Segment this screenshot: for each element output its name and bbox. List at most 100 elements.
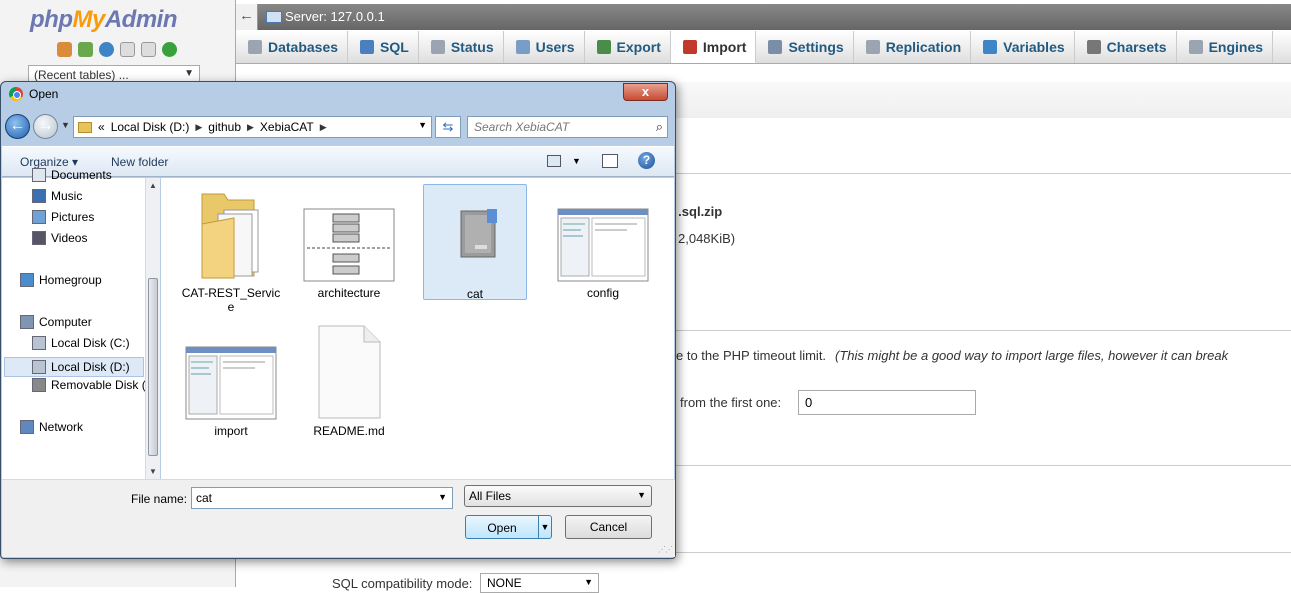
file-item[interactable]: import — [179, 322, 283, 438]
recent-locations-icon[interactable]: ▼ — [61, 120, 70, 130]
tab-label: Status — [450, 39, 494, 55]
export-icon — [596, 40, 611, 54]
breadcrumb-item[interactable]: github — [208, 120, 241, 134]
view-icon[interactable] — [547, 155, 561, 167]
collapse-arrow-icon[interactable]: ← — [236, 4, 258, 30]
docs-icon[interactable] — [120, 42, 135, 57]
help-icon[interactable]: ? — [638, 152, 655, 169]
scroll-up-icon[interactable]: ▲ — [149, 181, 157, 190]
breadcrumb-overflow[interactable]: « — [98, 120, 105, 134]
file-name-input[interactable]: cat ▼ — [191, 487, 453, 509]
tab-label: Charsets — [1106, 39, 1167, 55]
address-bar[interactable]: « Local Disk (D:) ▶ github ▶ XebiaCAT ▶ … — [73, 116, 432, 138]
chevron-right-icon[interactable]: ▶ — [320, 122, 327, 133]
open-button-label: Open — [487, 521, 517, 535]
charsets-icon — [1086, 40, 1101, 54]
tab-sql[interactable]: SQL — [348, 31, 419, 63]
file-item[interactable]: CAT-REST_Servic e — [179, 184, 283, 314]
nav-item[interactable]: Local Disk (C:) — [32, 336, 130, 350]
file-type-select[interactable]: All Files ▼ — [464, 485, 652, 507]
settings-page-icon[interactable] — [141, 42, 156, 57]
tab-replication[interactable]: Replication — [854, 31, 972, 63]
tab-label: Variables — [1003, 39, 1065, 55]
homegroup-icon — [20, 273, 34, 287]
chevron-down-icon[interactable]: ▼ — [572, 156, 581, 166]
chevron-right-icon[interactable]: ▶ — [247, 122, 254, 133]
breadcrumb-item[interactable]: XebiaCAT — [260, 120, 314, 134]
preview-pane-icon[interactable] — [602, 154, 618, 168]
tab-engines[interactable]: Engines — [1177, 31, 1274, 63]
file-name-label: cat — [466, 287, 483, 301]
server-breadcrumb[interactable]: Server: 127.0.0.1 — [266, 9, 385, 24]
organize-button[interactable]: Organize ▾ — [20, 155, 78, 169]
phpmyadmin-logo[interactable]: phpMyAdmin — [30, 6, 178, 34]
open-dropdown-button[interactable]: ▼ — [538, 516, 551, 538]
documents-icon — [32, 168, 46, 182]
navigation-bar: ← → ▼ « Local Disk (D:) ▶ github ▶ Xebia… — [1, 114, 677, 140]
file-item[interactable]: config — [551, 184, 655, 300]
nav-item[interactable]: Documents — [32, 168, 112, 182]
scrollbar-thumb[interactable] — [148, 278, 158, 456]
chevron-down-icon: ▼ — [637, 490, 646, 500]
logout-icon[interactable] — [78, 42, 93, 57]
nav-item[interactable]: Videos — [32, 231, 87, 245]
new-folder-button[interactable]: New folder — [111, 155, 168, 169]
nav-item-label: Videos — [51, 231, 88, 245]
tab-users[interactable]: Users — [504, 31, 585, 63]
sql-compat-select[interactable]: NONE ▼ — [480, 573, 599, 593]
scrollbar[interactable]: ▲ ▼ — [145, 178, 160, 479]
tab-export[interactable]: Export — [585, 31, 671, 63]
dialog-title-bar: Open — [9, 87, 58, 101]
breadcrumb-item[interactable]: Local Disk (D:) — [111, 120, 190, 134]
chevron-down-icon[interactable]: ▼ — [418, 120, 427, 130]
nav-item[interactable]: Homegroup — [20, 273, 102, 287]
tab-import[interactable]: Import — [670, 31, 757, 63]
nav-item[interactable]: Local Disk (D:) — [4, 357, 144, 377]
folder-icon — [201, 193, 259, 279]
settings-icon — [768, 40, 783, 54]
tab-label: Users — [535, 39, 575, 55]
reload-icon[interactable] — [162, 42, 177, 57]
server-breadcrumb-bar: ← Server: 127.0.0.1 — [236, 4, 1291, 30]
chevron-right-icon[interactable]: ▶ — [195, 122, 202, 133]
search-placeholder: Search XebiaCAT — [474, 120, 570, 134]
nav-item[interactable]: Music — [32, 189, 82, 203]
chevron-down-icon: ▼ — [184, 68, 194, 79]
back-button[interactable]: ← — [5, 114, 30, 139]
folder-icon — [78, 121, 92, 133]
search-input[interactable]: Search XebiaCAT ⌕ — [467, 116, 668, 138]
file-item[interactable]: cat — [423, 184, 527, 301]
tab-variables[interactable]: Variables — [971, 31, 1075, 63]
tab-status[interactable]: Status — [419, 31, 504, 63]
file-name-label: config — [586, 286, 620, 300]
diagram-thumbnail-icon — [303, 208, 395, 282]
resize-grip-icon[interactable]: ⋰⋰ — [658, 545, 673, 554]
sql-compat-value: NONE — [487, 576, 522, 590]
chevron-down-icon[interactable]: ▼ — [438, 492, 447, 502]
refresh-button[interactable]: ⇆ — [435, 116, 461, 138]
scroll-down-icon[interactable]: ▼ — [149, 467, 157, 476]
cancel-button[interactable]: Cancel — [565, 515, 652, 539]
file-item[interactable]: README.md — [297, 322, 401, 438]
pictures-icon — [32, 210, 46, 224]
nav-item-label: Computer — [39, 315, 92, 329]
open-button[interactable]: Open ▼ — [465, 515, 552, 539]
nav-item[interactable]: Removable Disk ( — [32, 378, 146, 392]
file-item[interactable]: architecture — [297, 184, 401, 300]
variables-icon — [983, 40, 998, 54]
help-icon[interactable] — [99, 42, 114, 57]
tab-settings[interactable]: Settings — [756, 31, 854, 63]
tab-databases[interactable]: Databases — [236, 31, 349, 63]
tab-charsets[interactable]: Charsets — [1075, 31, 1177, 63]
file-icon — [460, 209, 497, 258]
nav-item[interactable]: Network — [20, 420, 83, 434]
chrome-icon — [9, 87, 23, 101]
status-icon — [430, 40, 445, 54]
home-icon[interactable] — [57, 42, 72, 57]
forward-button[interactable]: → — [33, 114, 58, 139]
nav-item[interactable]: Computer — [20, 315, 92, 329]
skip-queries-input[interactable]: 0 — [798, 390, 976, 415]
nav-item-label: Network — [39, 420, 84, 434]
nav-item[interactable]: Pictures — [32, 210, 94, 224]
close-button[interactable]: x — [623, 83, 668, 101]
